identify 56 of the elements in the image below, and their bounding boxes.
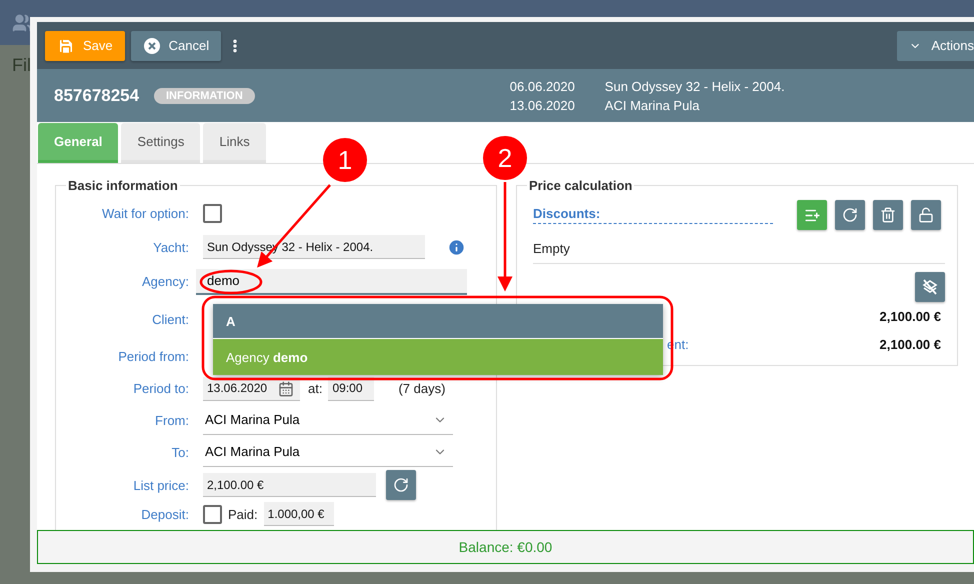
record-number: 857678254 <box>54 86 140 106</box>
sidebar-text: Fil <box>12 55 31 75</box>
layers-off-button[interactable] <box>915 272 945 302</box>
cancel-button[interactable]: Cancel <box>130 30 222 60</box>
date-text: 06.06.2020 <box>510 78 576 96</box>
unlocked-padlock-icon <box>918 207 934 223</box>
field-label: From: <box>154 412 190 428</box>
highlight-ellipse <box>200 270 262 294</box>
detail-text: Sun Odyssey 32 - Helix - 2004. <box>604 78 786 96</box>
empty-text: Empty <box>533 240 570 256</box>
tab[interactable]: Settings <box>121 123 200 163</box>
unlock-button[interactable] <box>911 200 941 230</box>
add-discount-button[interactable] <box>797 200 827 230</box>
actions-button[interactable]: Actions <box>897 30 974 60</box>
time-field[interactable]: 09:00 <box>328 376 374 400</box>
total-value: 2,100.00 € <box>880 308 942 324</box>
detail-text: ACI Marina Pula <box>604 96 700 114</box>
field-label: List price: <box>132 478 190 492</box>
info-icon <box>447 238 466 256</box>
field-label: Client: <box>151 312 190 326</box>
duration-text: (7 days) <box>398 381 446 396</box>
paid-field: 1.000,00 € <box>264 502 334 526</box>
location-select[interactable]: ACI Marina Pula <box>203 437 453 467</box>
layers-off-icon <box>921 278 939 296</box>
save-icon <box>57 36 75 54</box>
agency-input[interactable]: demo <box>196 268 467 294</box>
calendar-icon <box>278 380 294 396</box>
at-label: at: <box>308 381 322 396</box>
group-header: A <box>213 304 663 339</box>
checkbox[interactable] <box>203 204 222 223</box>
discounts-label: Discounts: <box>533 206 773 224</box>
trash-icon <box>880 207 896 223</box>
tab[interactable]: Links <box>203 123 266 163</box>
refresh-button[interactable] <box>386 470 416 500</box>
balance-text: Balance: €0.00 <box>458 539 552 555</box>
field-label: Yacht: <box>152 240 190 254</box>
close-icon <box>142 36 161 54</box>
section-title: Basic information <box>67 178 179 193</box>
price-field: 2,100.00 € <box>203 473 376 497</box>
refresh-button[interactable] <box>835 200 865 230</box>
field-label: Period from: <box>117 348 190 364</box>
users-icon <box>12 12 32 32</box>
checkbox[interactable] <box>203 504 222 524</box>
field-label: Wait for option: <box>101 206 190 221</box>
refresh-icon <box>393 477 409 493</box>
paid-label: Paid: <box>228 506 258 522</box>
field-label: Agency: <box>141 274 190 289</box>
delete-button[interactable] <box>873 200 903 230</box>
total-value: 2,100.00 € <box>880 336 942 352</box>
location-select[interactable]: ACI Marina Pula <box>203 405 453 435</box>
field-label: Period to: <box>132 381 190 396</box>
field-label: Deposit: <box>140 506 190 522</box>
date-text: 13.06.2020 <box>510 96 576 114</box>
refresh-icon <box>842 207 858 223</box>
field-label: To: <box>170 444 190 460</box>
section-title: Price calculation <box>528 178 634 193</box>
